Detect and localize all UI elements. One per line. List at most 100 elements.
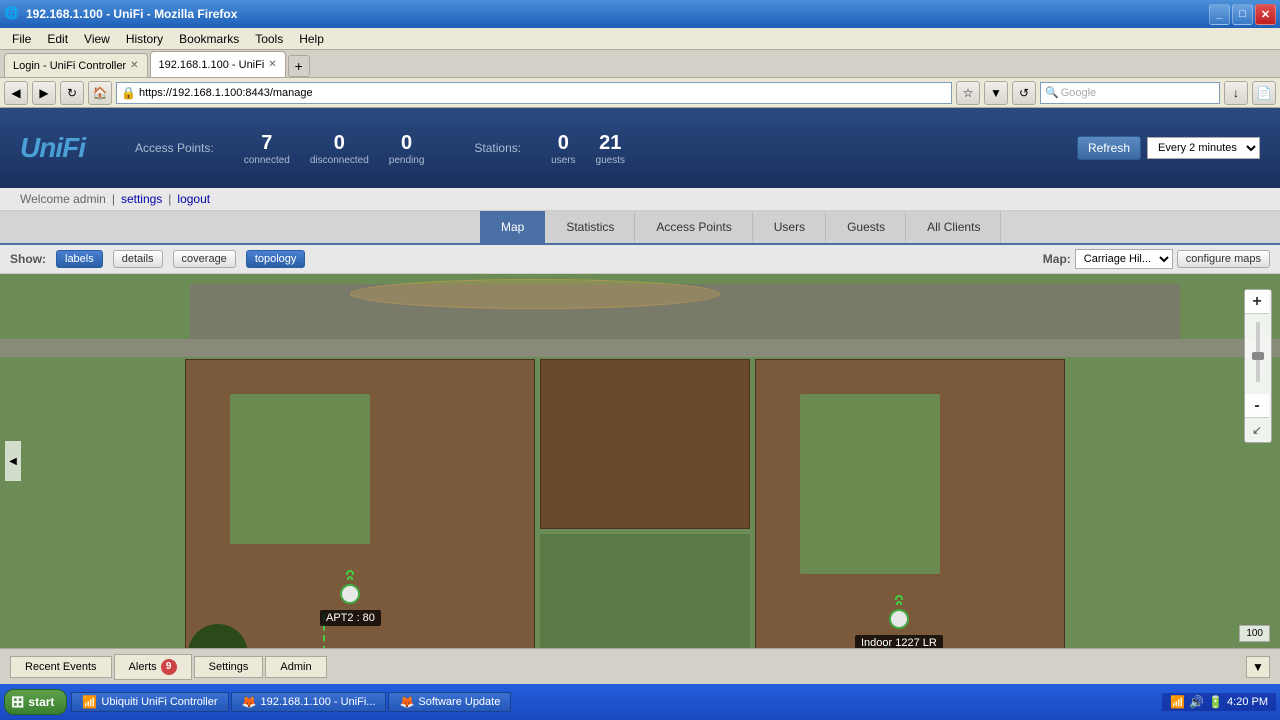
tab-statistics[interactable]: Statistics	[545, 211, 635, 243]
menu-tools[interactable]: Tools	[247, 30, 291, 48]
firefox-taskbar-icon: 🦊	[242, 695, 257, 709]
minimize-button[interactable]: _	[1209, 4, 1230, 25]
disconnected-stat: 0 disconnected	[310, 131, 369, 166]
maximize-button[interactable]: □	[1232, 4, 1253, 25]
refresh-interval-select[interactable]: Every 2 minutes	[1147, 137, 1260, 159]
map-select[interactable]: Carriage Hil...	[1075, 249, 1173, 269]
search-icon: 🔍	[1045, 86, 1059, 99]
disconnected-label: disconnected	[310, 155, 369, 166]
building-center-left	[540, 359, 750, 529]
zoom-thumb[interactable]	[1252, 352, 1264, 360]
connected-label: connected	[244, 155, 290, 166]
feed-button[interactable]: ▼	[984, 81, 1008, 105]
show-topology-button[interactable]: topology	[246, 250, 306, 268]
page-button[interactable]: 📄	[1252, 81, 1276, 105]
zoom-track	[1256, 322, 1260, 382]
zoom-arrow-button[interactable]: ↙	[1245, 418, 1269, 442]
zoom-out-button[interactable]: -	[1245, 394, 1269, 418]
lock-icon: 🔒	[121, 86, 136, 100]
zoom-in-button[interactable]: +	[1245, 290, 1269, 314]
tab-map[interactable]: Map	[480, 211, 545, 243]
show-coverage-button[interactable]: coverage	[173, 250, 236, 268]
tab-close-1[interactable]: ✕	[268, 59, 276, 70]
menu-edit[interactable]: Edit	[39, 30, 76, 48]
close-button[interactable]: ✕	[1255, 4, 1276, 25]
configure-maps-button[interactable]: configure maps	[1177, 250, 1270, 268]
map-canvas[interactable]: APT2 : 80 APT 1 : aa ■ Outdoor Left 1019	[0, 274, 1280, 648]
ap-label-indoor1227: Indoor 1227 LR	[855, 635, 943, 648]
show-details-button[interactable]: details	[113, 250, 163, 268]
welcome-text: Welcome admin	[20, 192, 106, 206]
map-section: Show: labels details coverage topology M…	[0, 245, 1280, 648]
browser-tab-bar: Login - UniFi Controller ✕ 192.168.1.100…	[0, 50, 1280, 78]
search-field[interactable]: 🔍 Google	[1040, 82, 1220, 104]
menu-help[interactable]: Help	[291, 30, 332, 48]
settings-tab[interactable]: Settings	[194, 656, 264, 678]
menu-bar: File Edit View History Bookmarks Tools H…	[0, 28, 1280, 50]
system-tray: 📶 🔊 🔋 4:20 PM	[1162, 693, 1276, 711]
users-label: users	[551, 155, 575, 166]
access-points-label: Access Points:	[135, 141, 214, 155]
bottom-bar: Recent Events Alerts 9 Settings Admin ▼	[0, 648, 1280, 684]
address-field[interactable]: 🔒 https://192.168.1.100:8443/manage	[116, 82, 952, 104]
reload-button[interactable]: ↻	[60, 81, 84, 105]
windows-logo: ⊞	[11, 692, 24, 712]
settings-link[interactable]: settings	[121, 192, 162, 206]
menu-bookmarks[interactable]: Bookmarks	[171, 30, 247, 48]
unifi-logo: UniFi	[20, 132, 85, 164]
map-label: Map:	[1043, 252, 1071, 266]
tab-guests[interactable]: Guests	[826, 211, 906, 243]
ap-dot-indoor1227	[889, 609, 909, 629]
users-count: 0	[551, 131, 575, 155]
zoom-controls: + - ↙	[1244, 289, 1272, 443]
browser-tab-1[interactable]: 192.168.1.100 - UniFi ✕	[150, 51, 286, 77]
zoom-slider[interactable]	[1245, 314, 1271, 394]
taskbar-app-0[interactable]: 📶 Ubiquiti UniFi Controller	[71, 692, 228, 712]
tab-all-clients[interactable]: All Clients	[906, 211, 1001, 243]
menu-view[interactable]: View	[76, 30, 118, 48]
pending-stat: 0 pending	[389, 131, 425, 166]
forward-button[interactable]: ▶	[32, 81, 56, 105]
stations-stats: 0 users 21 guests	[551, 131, 625, 166]
grass-center	[540, 534, 750, 648]
guests-stat: 21 guests	[596, 131, 625, 166]
road-horizontal	[0, 339, 1280, 357]
browser-tab-0[interactable]: Login - UniFi Controller ✕	[4, 53, 148, 77]
tab-close-0[interactable]: ✕	[130, 60, 138, 71]
map-select-group: Map: Carriage Hil... configure maps	[1043, 249, 1270, 269]
show-labels-button[interactable]: labels	[56, 250, 103, 268]
logout-link[interactable]: logout	[177, 192, 210, 206]
home-button[interactable]: 🏠	[88, 81, 112, 105]
tab-access-points[interactable]: Access Points	[635, 211, 752, 243]
wifi-arc-outer	[346, 570, 354, 575]
start-button[interactable]: ⊞ start	[4, 689, 67, 715]
app-container: UniFi Access Points: 7 connected 0 disco…	[0, 108, 1280, 684]
alerts-tab[interactable]: Alerts 9	[114, 654, 192, 680]
ap-node-apt2[interactable]: APT2 : 80	[320, 584, 381, 626]
ap-label-apt2: APT2 : 80	[320, 610, 381, 626]
tab-users[interactable]: Users	[753, 211, 826, 243]
nav-tabs: Map Statistics Access Points Users Guest…	[0, 211, 1280, 245]
address-bar: ◀ ▶ ↻ 🏠 🔒 https://192.168.1.100:8443/man…	[0, 78, 1280, 108]
stations-label: Stations:	[474, 141, 521, 155]
recent-events-tab[interactable]: Recent Events	[10, 656, 112, 678]
star-button[interactable]: ☆	[956, 81, 980, 105]
back-button[interactable]: ◀	[4, 81, 28, 105]
volume-tray-icon: 🔊	[1189, 695, 1204, 709]
menu-file[interactable]: File	[4, 30, 39, 48]
taskbar-app-1[interactable]: 🦊 192.168.1.100 - UniFi...	[231, 692, 387, 712]
refresh-nav-button[interactable]: ↺	[1012, 81, 1036, 105]
map-left-arrow[interactable]: ◀	[5, 441, 21, 481]
new-tab-button[interactable]: +	[288, 55, 310, 77]
ap-node-indoor1227[interactable]: Indoor 1227 LR	[855, 609, 943, 648]
menu-history[interactable]: History	[118, 30, 171, 48]
access-points-stats: 7 connected 0 disconnected 0 pending	[244, 131, 425, 166]
bottom-dropdown[interactable]: ▼	[1246, 656, 1270, 678]
ap-dot-apt2	[340, 584, 360, 604]
taskbar-app-2[interactable]: 🦊 Software Update	[388, 692, 511, 712]
unifi-taskbar-icon: 📶	[82, 695, 97, 709]
update-taskbar-icon: 🦊	[399, 695, 414, 709]
refresh-button[interactable]: Refresh	[1077, 136, 1141, 160]
search-button[interactable]: ↓	[1224, 81, 1248, 105]
admin-tab[interactable]: Admin	[265, 656, 326, 678]
